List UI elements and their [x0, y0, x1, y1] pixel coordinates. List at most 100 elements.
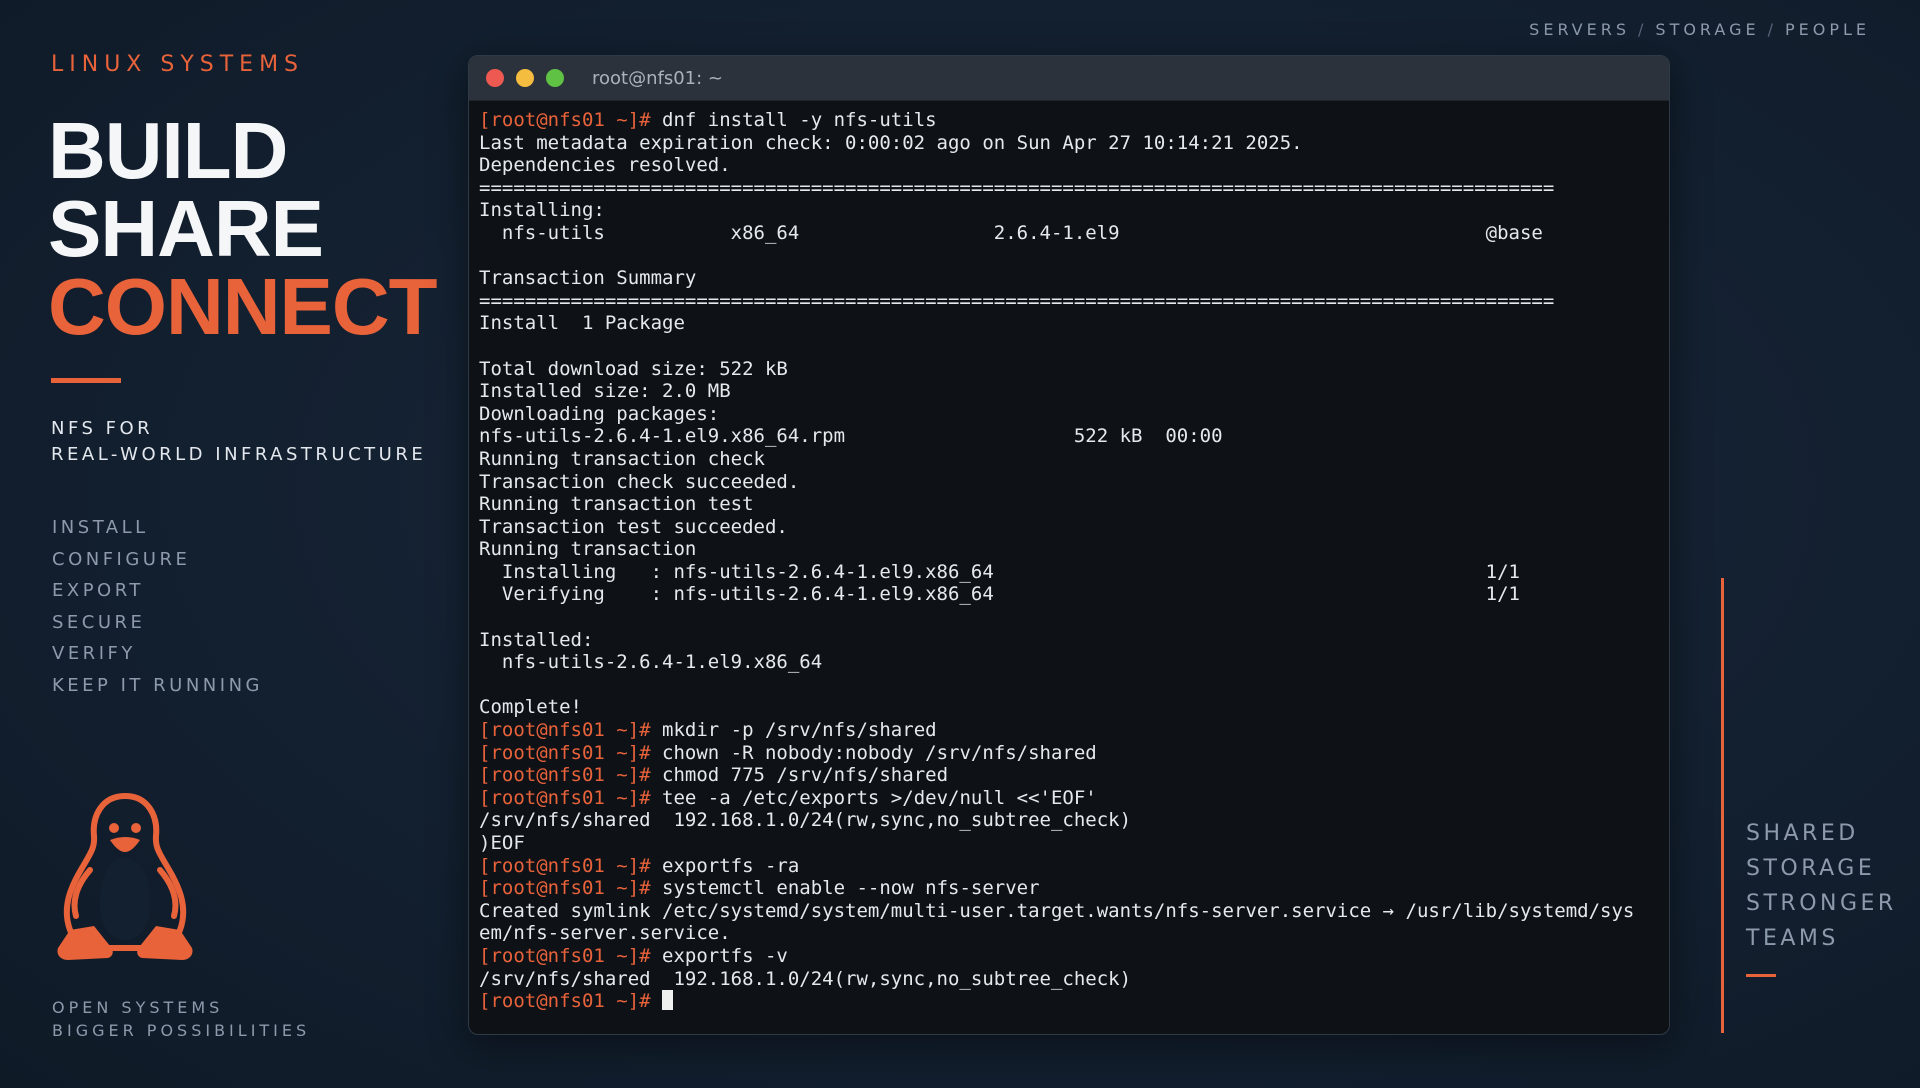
output-text: Installing: — [479, 199, 605, 222]
terminal-output-line: nfs-utils-2.6.4-1.el9.x86_64 — [479, 651, 1669, 674]
terminal-output-line: )EOF — [479, 832, 1669, 855]
terminal-command-line: [root@nfs01 ~]# chown -R nobody:nobody /… — [479, 742, 1669, 765]
subtitle-line-1: NFS FOR — [51, 418, 154, 439]
maximize-window-button[interactable] — [546, 69, 564, 87]
command-text: chown -R nobody:nobody /srv/nfs/shared — [650, 741, 1097, 764]
output-text: Installed: — [479, 628, 594, 651]
command-text: mkdir -p /srv/nfs/shared — [650, 719, 937, 742]
eyebrow-label: LINUX SYSTEMS — [51, 52, 305, 77]
shell-prompt: [root@nfs01 ~]# — [479, 944, 651, 967]
terminal-output-line: Dependencies resolved. — [479, 154, 1669, 177]
terminal-output-line: nfs-utils x86_64 2.6.4-1.el9 @base — [479, 222, 1669, 245]
terminal-output-line: Installed size: 2.0 MB — [479, 380, 1669, 403]
terminal-command-line: [root@nfs01 ~]# — [479, 990, 1669, 1013]
command-text — [651, 990, 662, 1012]
step-configure: CONFIGURE — [52, 548, 191, 570]
terminal-output-line: Created symlink /etc/systemd/system/mult… — [479, 900, 1669, 923]
breadcrumb-storage: STORAGE — [1655, 20, 1760, 39]
terminal-output-line: em/nfs-server.service. — [479, 922, 1669, 945]
output-text: ========================================… — [479, 176, 1555, 199]
output-text: nfs-utils-2.6.4-1.el9.x86_64 — [479, 651, 823, 674]
terminal-command-line: [root@nfs01 ~]# mkdir -p /srv/nfs/shared — [479, 719, 1669, 742]
side-words: SHARED STORAGE STRONGER TEAMS — [1746, 816, 1897, 956]
terminal-output-line: Transaction test succeeded. — [479, 516, 1669, 539]
headline: BUILD SHARE CONNECT — [48, 106, 438, 351]
shell-prompt: [root@nfs01 ~]# — [479, 786, 651, 809]
shell-prompt: [root@nfs01 ~]# — [479, 741, 651, 764]
step-verify: VERIFY — [52, 643, 136, 664]
window-title: root@nfs01: ~ — [592, 67, 723, 89]
output-text: Running transaction — [479, 538, 697, 561]
tux-penguin-icon — [57, 793, 193, 960]
output-text: nfs-utils-2.6.4-1.el9.x86_64.rpm 522 kB … — [479, 425, 1223, 448]
terminal-output-line: Last metadata expiration check: 0:00:02 … — [479, 132, 1669, 155]
terminal-output-line: Install 1 Package — [479, 312, 1669, 335]
shell-prompt: [root@nfs01 ~]# — [479, 109, 651, 131]
terminal-output-line: Installing : nfs-utils-2.6.4-1.el9.x86_6… — [479, 561, 1669, 584]
headline-line-build: BUILD — [48, 106, 288, 195]
tagline-line-1: OPEN SYSTEMS — [52, 998, 224, 1017]
step-export: EXPORT — [52, 580, 144, 601]
side-word-storage: STORAGE — [1746, 856, 1876, 881]
terminal-output-line: Transaction Summary — [479, 267, 1669, 290]
step-secure: SECURE — [52, 611, 146, 633]
terminal-command-line: [root@nfs01 ~]# chmod 775 /srv/nfs/share… — [479, 764, 1669, 787]
subtitle: NFS FOR REAL-WORLD INFRASTRUCTURE — [51, 416, 426, 468]
output-text: Total download size: 522 kB — [479, 357, 788, 380]
command-text: tee -a /etc/exports >/dev/null <<'EOF' — [650, 786, 1097, 809]
output-text: Installing : nfs-utils-2.6.4-1.el9.x86_6… — [479, 560, 1520, 583]
terminal-output[interactable]: [root@nfs01 ~]# dnf install -y nfs-utils… — [469, 101, 1669, 1013]
command-text: chmod 775 /srv/nfs/shared — [650, 764, 949, 787]
breadcrumb: SERVERS / STORAGE / PEOPLE — [1529, 20, 1870, 39]
terminal-output-line: ========================================… — [479, 177, 1669, 200]
output-text: Dependencies resolved. — [479, 154, 731, 177]
tagline: OPEN SYSTEMS BIGGER POSSIBILITIES — [52, 996, 310, 1042]
vertical-accent-line — [1721, 578, 1724, 1033]
output-text: /srv/nfs/shared 192.168.1.0/24(rw,sync,n… — [479, 967, 1132, 990]
window-titlebar[interactable]: root@nfs01: ~ — [469, 56, 1669, 101]
shell-prompt: [root@nfs01 ~]# — [479, 719, 651, 742]
terminal-output-line: ========================================… — [479, 290, 1669, 313]
output-text: em/nfs-server.service. — [479, 922, 731, 945]
output-text: Transaction check succeeded. — [479, 470, 800, 493]
output-text: Complete! — [479, 696, 582, 719]
step-keep-it-running: KEEP IT RUNNING — [52, 674, 263, 696]
command-text: systemctl enable --now nfs-server — [650, 877, 1040, 900]
output-text: )EOF — [479, 832, 525, 854]
headline-line-connect: CONNECT — [48, 262, 438, 351]
terminal-command-line: [root@nfs01 ~]# exportfs -v — [479, 945, 1669, 968]
terminal-output-line: Complete! — [479, 696, 1669, 719]
terminal-output-line: Verifying : nfs-utils-2.6.4-1.el9.x86_64… — [479, 583, 1669, 606]
breadcrumb-separator: / — [1638, 20, 1648, 39]
shell-prompt: [root@nfs01 ~]# — [479, 854, 651, 877]
terminal-command-line: [root@nfs01 ~]# tee -a /etc/exports >/de… — [479, 787, 1669, 810]
terminal-output-line: Running transaction — [479, 538, 1669, 561]
close-window-button[interactable] — [486, 69, 504, 87]
terminal-window[interactable]: root@nfs01: ~ [root@nfs01 ~]# dnf instal… — [468, 55, 1670, 1035]
output-text: Installed size: 2.0 MB — [479, 380, 731, 403]
terminal-output-line: Transaction check succeeded. — [479, 471, 1669, 494]
breadcrumb-separator: / — [1767, 20, 1777, 39]
output-text: Last metadata expiration check: 0:00:02 … — [479, 131, 1303, 154]
terminal-output-line: Installed: — [479, 629, 1669, 652]
headline-line-share: SHARE — [48, 184, 324, 273]
terminal-command-line: [root@nfs01 ~]# exportfs -ra — [479, 855, 1669, 878]
subtitle-line-2: REAL-WORLD INFRASTRUCTURE — [51, 444, 427, 465]
terminal-command-line: [root@nfs01 ~]# systemctl enable --now n… — [479, 877, 1669, 900]
terminal-output-line: Running transaction test — [479, 493, 1669, 516]
shell-prompt: [root@nfs01 ~]# — [479, 764, 651, 787]
side-word-stronger: STRONGER — [1746, 891, 1897, 916]
output-text: nfs-utils x86_64 2.6.4-1.el9 @base — [479, 221, 1543, 244]
step-install: INSTALL — [52, 517, 149, 538]
breadcrumb-servers: SERVERS — [1529, 20, 1631, 39]
output-text: Transaction test succeeded. — [479, 515, 788, 538]
output-text: Created symlink /etc/systemd/system/mult… — [479, 899, 1635, 922]
output-text: ========================================… — [479, 289, 1555, 312]
tagline-line-2: BIGGER POSSIBILITIES — [52, 1021, 311, 1040]
terminal-cursor[interactable] — [662, 990, 674, 1011]
output-text: Running transaction check — [479, 447, 765, 470]
minimize-window-button[interactable] — [516, 69, 534, 87]
side-accent-dash — [1746, 974, 1776, 977]
